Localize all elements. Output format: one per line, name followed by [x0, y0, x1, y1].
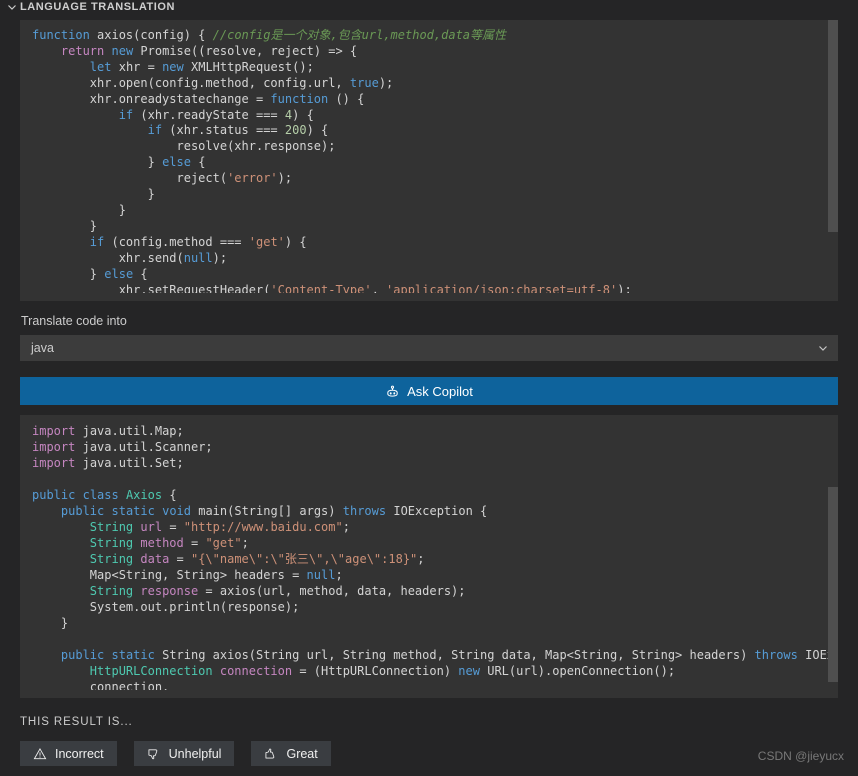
ask-copilot-button[interactable]: Ask Copilot: [20, 377, 838, 405]
translate-target-label: Translate code into: [21, 314, 127, 328]
result-code-vertical-scrollbar[interactable]: [828, 487, 838, 682]
feedback-unhelpful-label: Unhelpful: [168, 746, 222, 761]
result-code-text: import java.util.Map; import java.util.S…: [32, 424, 838, 694]
warning-triangle-icon: [33, 747, 47, 761]
source-code-bottom-mask: [20, 293, 838, 301]
target-language-value: java: [31, 341, 54, 355]
target-language-select[interactable]: java: [20, 335, 838, 361]
section-header[interactable]: LANGUAGE TRANSLATION: [0, 0, 858, 18]
feedback-great-button[interactable]: Great: [251, 741, 331, 766]
source-code-padding: function axios(config) { //config是一个对象,包…: [20, 20, 838, 301]
chevron-down-icon[interactable]: [817, 342, 829, 354]
watermark: CSDN @jieyucx: [757, 749, 844, 763]
source-code-block[interactable]: function axios(config) { //config是一个对象,包…: [20, 20, 838, 301]
thumbs-down-icon: [147, 747, 161, 761]
thumbs-up-icon: [264, 747, 278, 761]
feedback-incorrect-label: Incorrect: [55, 746, 104, 761]
source-code-vertical-scrollbar[interactable]: [828, 20, 838, 232]
copilot-language-translation-panel: LANGUAGE TRANSLATION function axios(conf…: [0, 0, 858, 776]
feedback-button-row: Incorrect Unhelpful Great: [20, 741, 331, 766]
feedback-unhelpful-button[interactable]: Unhelpful: [133, 741, 235, 766]
result-code-bottom-mask: [20, 690, 838, 698]
source-code-comment: //config是一个对象,包含url,method,data等属性: [212, 28, 507, 42]
result-code-block[interactable]: import java.util.Map; import java.util.S…: [20, 415, 838, 698]
feedback-label: THIS RESULT IS...: [20, 716, 133, 728]
section-title: LANGUAGE TRANSLATION: [20, 1, 176, 13]
result-code-padding: import java.util.Map; import java.util.S…: [20, 415, 838, 698]
ask-copilot-label: Ask Copilot: [407, 383, 473, 399]
feedback-great-label: Great: [286, 746, 318, 761]
chevron-down-icon[interactable]: [4, 0, 20, 15]
source-code-text: function axios(config) { //config是一个对象,包…: [32, 28, 632, 297]
copilot-icon: [385, 384, 400, 399]
feedback-incorrect-button[interactable]: Incorrect: [20, 741, 117, 766]
